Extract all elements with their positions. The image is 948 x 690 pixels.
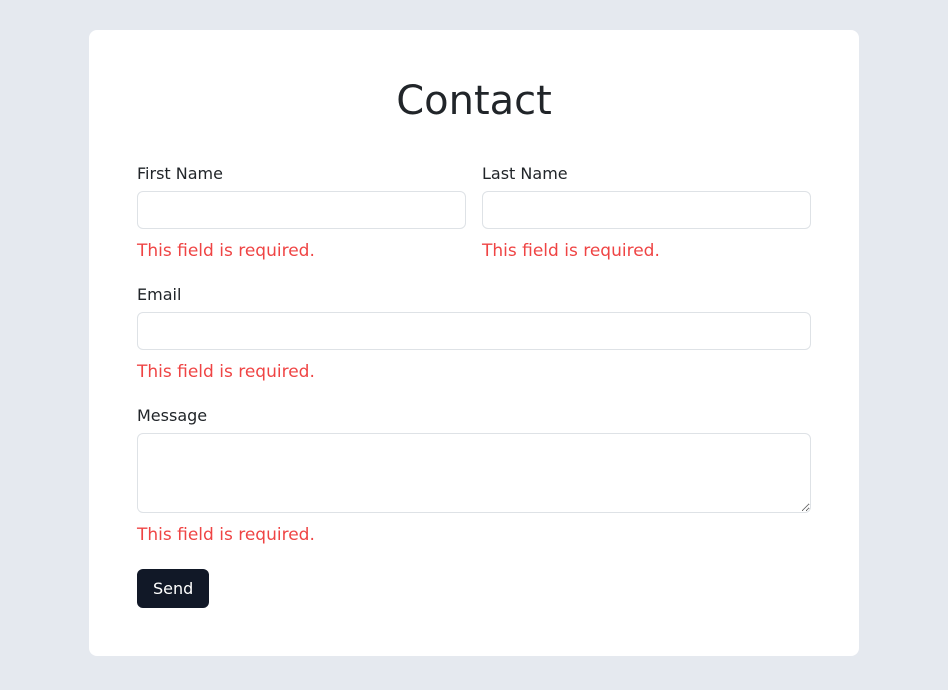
email-error: This field is required. (137, 362, 811, 382)
name-row: First Name This field is required. Last … (137, 164, 811, 261)
message-input[interactable] (137, 433, 811, 513)
message-error: This field is required. (137, 525, 811, 545)
last-name-error: This field is required. (482, 241, 811, 261)
message-label: Message (137, 406, 811, 425)
submit-wrap: Send (137, 569, 811, 608)
last-name-input[interactable] (482, 191, 811, 229)
email-input[interactable] (137, 312, 811, 350)
email-label: Email (137, 285, 811, 304)
contact-form-card: Contact First Name This field is require… (89, 30, 859, 656)
first-name-input[interactable] (137, 191, 466, 229)
email-group: Email This field is required. (137, 285, 811, 382)
last-name-group: Last Name This field is required. (482, 164, 811, 261)
message-group: Message This field is required. (137, 406, 811, 545)
last-name-label: Last Name (482, 164, 811, 183)
page-title: Contact (137, 78, 811, 124)
send-button[interactable]: Send (137, 569, 209, 608)
first-name-group: First Name This field is required. (137, 164, 466, 261)
first-name-error: This field is required. (137, 241, 466, 261)
first-name-label: First Name (137, 164, 466, 183)
